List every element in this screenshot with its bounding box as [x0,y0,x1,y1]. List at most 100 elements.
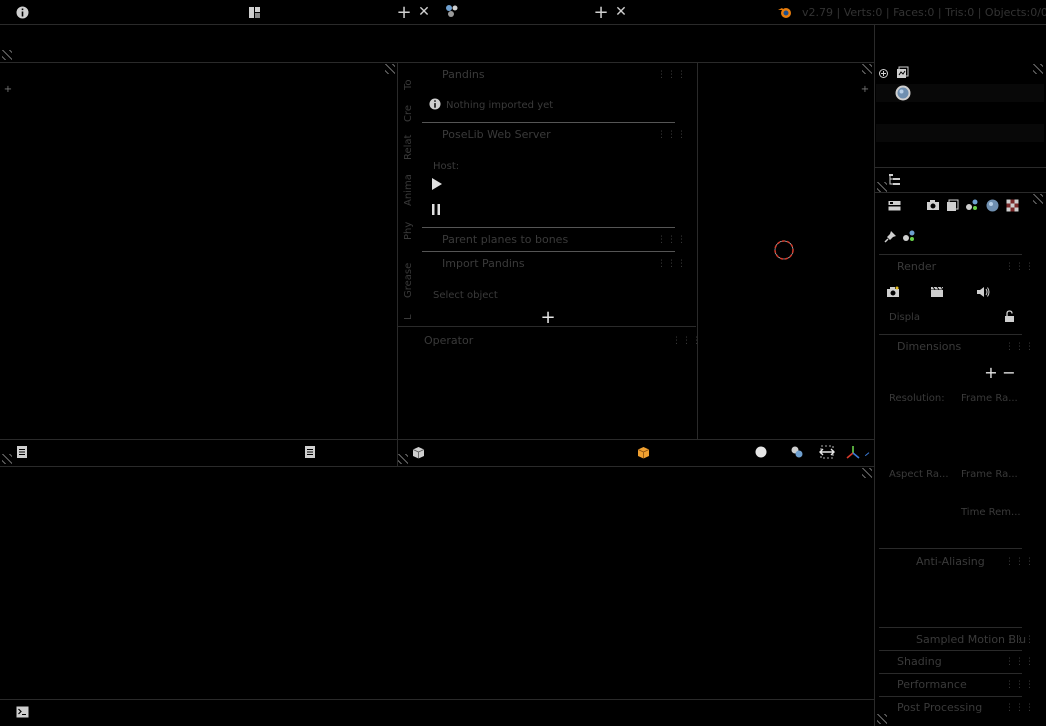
add-screen-icon[interactable]: + [396,2,412,23]
outliner-icon[interactable] [886,171,902,187]
anti-aliasing-panel-header[interactable]: Anti-Aliasing [916,555,985,568]
plus-small-icon[interactable]: + [3,84,13,95]
remove-preset-icon[interactable]: − [1002,363,1016,382]
area-corner-handle[interactable] [862,64,872,74]
transform-axes-icon[interactable] [864,443,874,461]
shading-panel-header[interactable]: Shading [897,655,942,668]
separator [422,122,675,123]
area-corner-handle[interactable] [862,468,872,478]
3d-view-icon[interactable] [410,444,426,460]
area-corner-handle[interactable] [877,182,887,192]
render-layer-icon[interactable] [894,64,910,80]
drag-handle-icon[interactable]: ⋮⋮⋮ [1005,635,1035,645]
area-corner-handle[interactable] [2,454,12,464]
object-mode-icon[interactable] [635,444,651,460]
divider [874,24,875,726]
scene-icon [901,228,917,244]
delete-screen-icon[interactable]: ✕ [416,3,432,21]
separator [422,251,675,252]
tab-physics[interactable]: Phy [403,222,414,240]
divider [697,62,698,439]
drag-handle-icon[interactable]: ⋮⋮⋮ [1005,680,1035,690]
area-corner-handle[interactable] [877,714,887,724]
import-pandins-header[interactable]: Import Pandins [442,257,525,270]
lock-icon[interactable] [1002,309,1016,323]
info-icon[interactable] [14,4,30,20]
separator [422,227,675,228]
drag-handle-icon[interactable]: ⋮⋮⋮ [1005,262,1035,272]
transform-axes-icon[interactable] [844,443,862,461]
area-corner-handle[interactable] [385,64,395,74]
text-editor-icon[interactable] [302,444,318,460]
select-object-label: Select object [433,290,498,301]
render-layers-tab-icon[interactable] [944,197,960,213]
screen-layout-icon[interactable] [246,4,262,20]
pivot-point-icon[interactable] [789,444,805,460]
tab-relations[interactable]: Relat [403,135,414,160]
drag-handle-icon[interactable]: ⋮⋮⋮ [1005,557,1035,567]
divider [879,650,1022,651]
world-tab-icon[interactable] [984,197,1000,213]
render-animation-icon[interactable] [929,284,945,300]
texture-tab-icon[interactable] [1004,197,1020,213]
drag-handle-icon[interactable]: ⋮⋮⋮ [1005,342,1035,352]
divider [875,167,1046,168]
area-corner-handle[interactable] [398,454,408,464]
host-label: Host: [433,161,460,172]
tab-create[interactable]: Cre [403,105,414,122]
resolution-label: Resolution: [889,393,945,404]
tab-l[interactable]: L [403,314,414,320]
add-scene-icon[interactable]: + [593,2,609,23]
divider [879,627,1022,628]
post-processing-panel-header[interactable]: Post Processing [897,701,982,714]
scene-tab-icon[interactable] [964,197,980,213]
area-corner-handle[interactable] [2,50,12,60]
text-editor-icon[interactable] [14,444,30,460]
tab-animation[interactable]: Anima [403,174,414,206]
pin-icon[interactable] [882,228,898,244]
audio-icon[interactable] [975,284,991,300]
pause-icon[interactable] [429,202,443,216]
divider [879,548,1022,549]
drag-handle-icon[interactable]: ⋮⋮⋮ [657,130,687,140]
performance-panel-header[interactable]: Performance [897,678,967,691]
add-icon[interactable]: + [540,307,556,328]
drag-handle-icon[interactable]: ⋮⋮⋮ [1005,657,1035,667]
area-corner-handle[interactable] [1033,194,1043,204]
3d-cursor[interactable] [774,240,794,260]
scene-stats: v2.79 | Verts:0 | Faces:0 | Tris:0 | Obj… [802,6,1046,19]
dimensions-panel-header[interactable]: Dimensions [897,340,961,353]
drag-handle-icon[interactable]: ⋮⋮⋮ [657,235,687,245]
render-tab-icon[interactable] [925,197,941,213]
world-icon[interactable] [894,84,912,102]
drag-handle-icon[interactable]: ⋮⋮⋮ [657,259,687,269]
delete-scene-icon[interactable]: ✕ [613,3,629,21]
play-icon[interactable] [429,177,443,191]
render-panel-header[interactable]: Render [897,260,936,273]
divider [0,699,874,700]
drag-handle-icon[interactable]: ⋮⋮⋮ [657,70,687,80]
viewport-shading-icon[interactable] [753,444,769,460]
frame-range-label: Frame Ra... [961,393,1018,404]
render-still-icon[interactable] [885,284,901,300]
divider [0,62,874,63]
drag-handle-icon[interactable]: ⋮⋮⋮ [1005,703,1035,713]
plus-small-icon[interactable]: + [860,84,870,95]
divider [879,334,1022,335]
operator-header[interactable]: Operator [424,334,473,347]
poselib-header[interactable]: PoseLib Web Server [442,128,551,141]
add-preset-icon[interactable]: + [984,363,998,382]
area-corner-handle[interactable] [1033,64,1043,74]
tab-tools[interactable]: To [403,79,414,90]
parent-planes-header[interactable]: Parent planes to bones [442,233,568,246]
scene-icon[interactable] [444,3,460,19]
console-icon[interactable] [14,704,30,720]
pandins-header[interactable]: Pandins [442,68,485,81]
blender-logo-icon [776,4,794,20]
expand-icon[interactable] [877,67,889,79]
divider [879,673,1022,674]
properties-editor-icon[interactable] [886,197,902,213]
manipulator-icon[interactable] [818,444,836,460]
tab-grease-pencil[interactable]: Grease [403,263,414,298]
info-icon [428,97,442,111]
